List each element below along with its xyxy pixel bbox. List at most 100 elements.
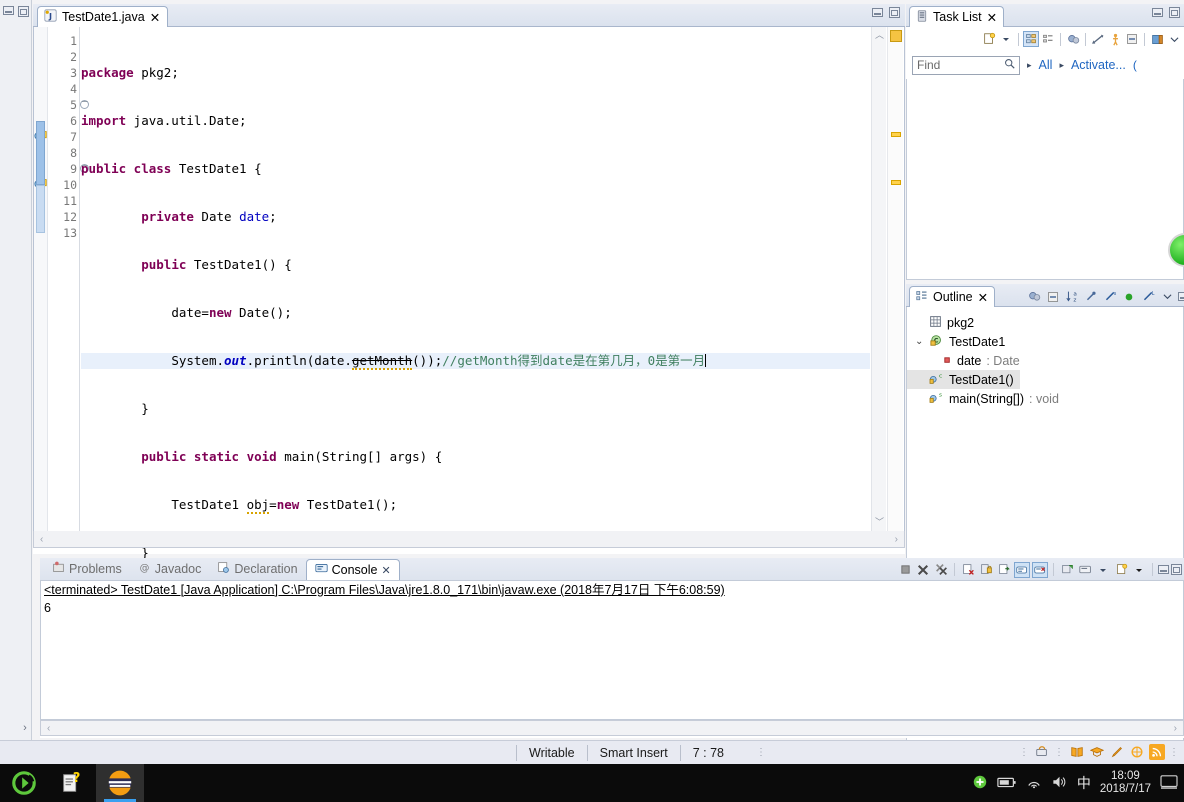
status-icons-handle-3[interactable]: ⋮ xyxy=(1169,747,1180,758)
new-console-dropdown-icon[interactable] xyxy=(1131,562,1147,578)
word-wrap-icon[interactable] xyxy=(996,562,1012,578)
pin-console-icon[interactable] xyxy=(1032,561,1048,578)
synchronize-icon[interactable] xyxy=(1090,31,1106,47)
taskbar-item-eclipse[interactable] xyxy=(96,764,144,802)
find-input[interactable]: Find xyxy=(912,55,1020,75)
terminate-icon[interactable] xyxy=(897,562,913,578)
collapse-all-icon[interactable] xyxy=(1124,31,1140,47)
editor-tab-close-icon[interactable]: ✕ xyxy=(150,10,160,25)
maximize-icon[interactable] xyxy=(18,6,29,17)
show-hide-icon[interactable] xyxy=(1107,31,1123,47)
display-selected-console-icon[interactable] xyxy=(1059,562,1075,578)
graduation-icon[interactable] xyxy=(1089,744,1105,760)
taskbar-item-help[interactable]: ? xyxy=(48,764,96,802)
view-menu-icon[interactable] xyxy=(1166,31,1182,47)
pencil-icon[interactable] xyxy=(1109,744,1125,760)
collapse-all-icon[interactable] xyxy=(1045,289,1061,305)
volume-icon[interactable] xyxy=(1051,775,1068,792)
hide-static-icon[interactable]: s xyxy=(1102,289,1118,305)
console-dropdown-icon[interactable] xyxy=(1095,562,1111,578)
new-console-icon[interactable] xyxy=(1113,562,1129,578)
show-console-on-output-icon[interactable] xyxy=(1014,561,1030,578)
scroll-lock-icon[interactable] xyxy=(978,562,994,578)
tasklist-minimize-icon[interactable] xyxy=(1152,8,1163,17)
status-icons-handle-2[interactable]: ⋮ xyxy=(1054,747,1065,758)
tab-problems[interactable]: Problems xyxy=(44,558,130,580)
filter-activate-arrow-icon[interactable]: ▸ xyxy=(1059,60,1064,71)
filter-all-link[interactable]: All xyxy=(1039,58,1053,72)
scroll-up-icon[interactable]: ︿ xyxy=(873,29,886,42)
scheduled-presentation-icon[interactable] xyxy=(1040,31,1056,47)
console-minimize-icon[interactable] xyxy=(1158,565,1169,574)
hscroll-left-icon[interactable]: ‹ xyxy=(40,534,43,545)
tab-javadoc[interactable]: @ Javadoc xyxy=(130,558,210,580)
hide-fields-icon[interactable] xyxy=(1083,289,1099,305)
tab-testdate1-java[interactable]: J TestDate1.java ✕ xyxy=(37,6,169,27)
tasklist-close-icon[interactable]: ✕ xyxy=(987,10,997,25)
console-hscroll-left-icon[interactable]: ‹ xyxy=(47,723,50,734)
outline-item-date[interactable]: date : Date xyxy=(907,351,1183,370)
hide-local-icon[interactable]: L xyxy=(1140,289,1156,305)
overview-warning-2[interactable] xyxy=(891,180,901,185)
console-output[interactable]: <terminated> TestDate1 [Java Application… xyxy=(40,580,1184,720)
scroll-down-icon[interactable]: ﹀ xyxy=(873,516,886,529)
ime-icon[interactable]: 中 xyxy=(1077,773,1091,793)
filter-extra-icon[interactable]: ( xyxy=(1133,58,1137,72)
outline-minimize-icon[interactable] xyxy=(1178,292,1184,301)
editor-lock-icon[interactable] xyxy=(1034,744,1050,760)
open-console-icon[interactable] xyxy=(1077,562,1093,578)
outline-expander-icon[interactable]: ⌄ xyxy=(915,336,925,347)
expand-rail-button[interactable]: › xyxy=(18,722,32,738)
dropdown-arrow-icon[interactable] xyxy=(998,31,1014,47)
outline-item-mainstring[interactable]: s main(String[]) : void xyxy=(907,389,1183,408)
tab-task-list[interactable]: Task List ✕ xyxy=(909,6,1005,27)
notification-icon[interactable] xyxy=(1160,774,1178,793)
tasklist-content[interactable] xyxy=(906,79,1184,280)
editor-overview-ruler[interactable] xyxy=(887,27,903,531)
filter-activate-link[interactable]: Activate... xyxy=(1071,58,1126,72)
outline-item-testdate1[interactable]: c TestDate1() xyxy=(907,370,1020,389)
editor-body[interactable]: ! ! 12345678910111213 xyxy=(33,27,905,608)
view-menu-icon[interactable] xyxy=(1159,289,1175,305)
hide-nonpublic-icon[interactable] xyxy=(1121,289,1137,305)
hscroll-right-icon[interactable]: › xyxy=(895,534,898,545)
new-task-icon[interactable] xyxy=(981,31,997,47)
console-maximize-icon[interactable] xyxy=(1171,564,1182,575)
editor-minimize-icon[interactable] xyxy=(872,8,883,17)
console-horizontal-scrollbar[interactable]: ‹ › xyxy=(40,720,1184,736)
sort-icon[interactable]: az xyxy=(1064,289,1080,305)
tasklist-maximize-icon[interactable] xyxy=(1169,7,1180,18)
taskbar-item-browser[interactable] xyxy=(0,764,48,802)
outline-item-pkg2[interactable]: pkg2 xyxy=(907,313,1183,332)
overview-warning-1[interactable] xyxy=(891,132,901,137)
console-hscroll-right-icon[interactable]: › xyxy=(1174,723,1177,734)
editor-gutter[interactable]: ! ! 12345678910111213 xyxy=(34,27,89,531)
tab-declaration[interactable]: Declaration xyxy=(209,558,305,580)
restore-tasks-icon[interactable] xyxy=(1149,31,1165,47)
show-desktop-icon[interactable] xyxy=(972,774,988,793)
remove-all-terminated-icon[interactable] xyxy=(933,562,949,578)
filter-all-arrow-icon[interactable]: ▸ xyxy=(1027,60,1032,71)
restore-icon[interactable] xyxy=(3,6,14,15)
tab-outline[interactable]: Outline ✕ xyxy=(909,286,996,307)
network-icon[interactable] xyxy=(1026,775,1042,792)
status-drag-handle[interactable]: ⋮ xyxy=(756,747,767,758)
book-icon[interactable] xyxy=(1069,744,1085,760)
editor-horizontal-scrollbar[interactable]: ‹ › xyxy=(33,531,905,548)
focus-on-workweek-icon[interactable] xyxy=(1065,31,1081,47)
clear-console-icon[interactable] xyxy=(960,562,976,578)
editor-maximize-icon[interactable] xyxy=(889,7,900,18)
categorized-presentation-icon[interactable] xyxy=(1023,31,1039,47)
focus-icon[interactable] xyxy=(1026,289,1042,305)
editor-vertical-scrollbar[interactable]: ︿ ﹀ xyxy=(871,27,886,531)
target-icon[interactable] xyxy=(1129,744,1145,760)
rss-icon[interactable] xyxy=(1149,744,1165,760)
search-icon[interactable] xyxy=(1004,58,1015,72)
tab-console[interactable]: Console ✕ xyxy=(305,559,400,580)
outline-item-testdate1[interactable]: ⌄ C TestDate1 xyxy=(907,332,1183,351)
console-tab-close-icon[interactable]: ✕ xyxy=(381,564,390,577)
outline-close-icon[interactable]: ✕ xyxy=(978,290,988,305)
remove-launch-icon[interactable] xyxy=(915,562,931,578)
status-icons-handle[interactable]: ⋮ xyxy=(1019,747,1030,758)
taskbar-clock[interactable]: 18:09 2018/7/17 xyxy=(1100,770,1151,796)
